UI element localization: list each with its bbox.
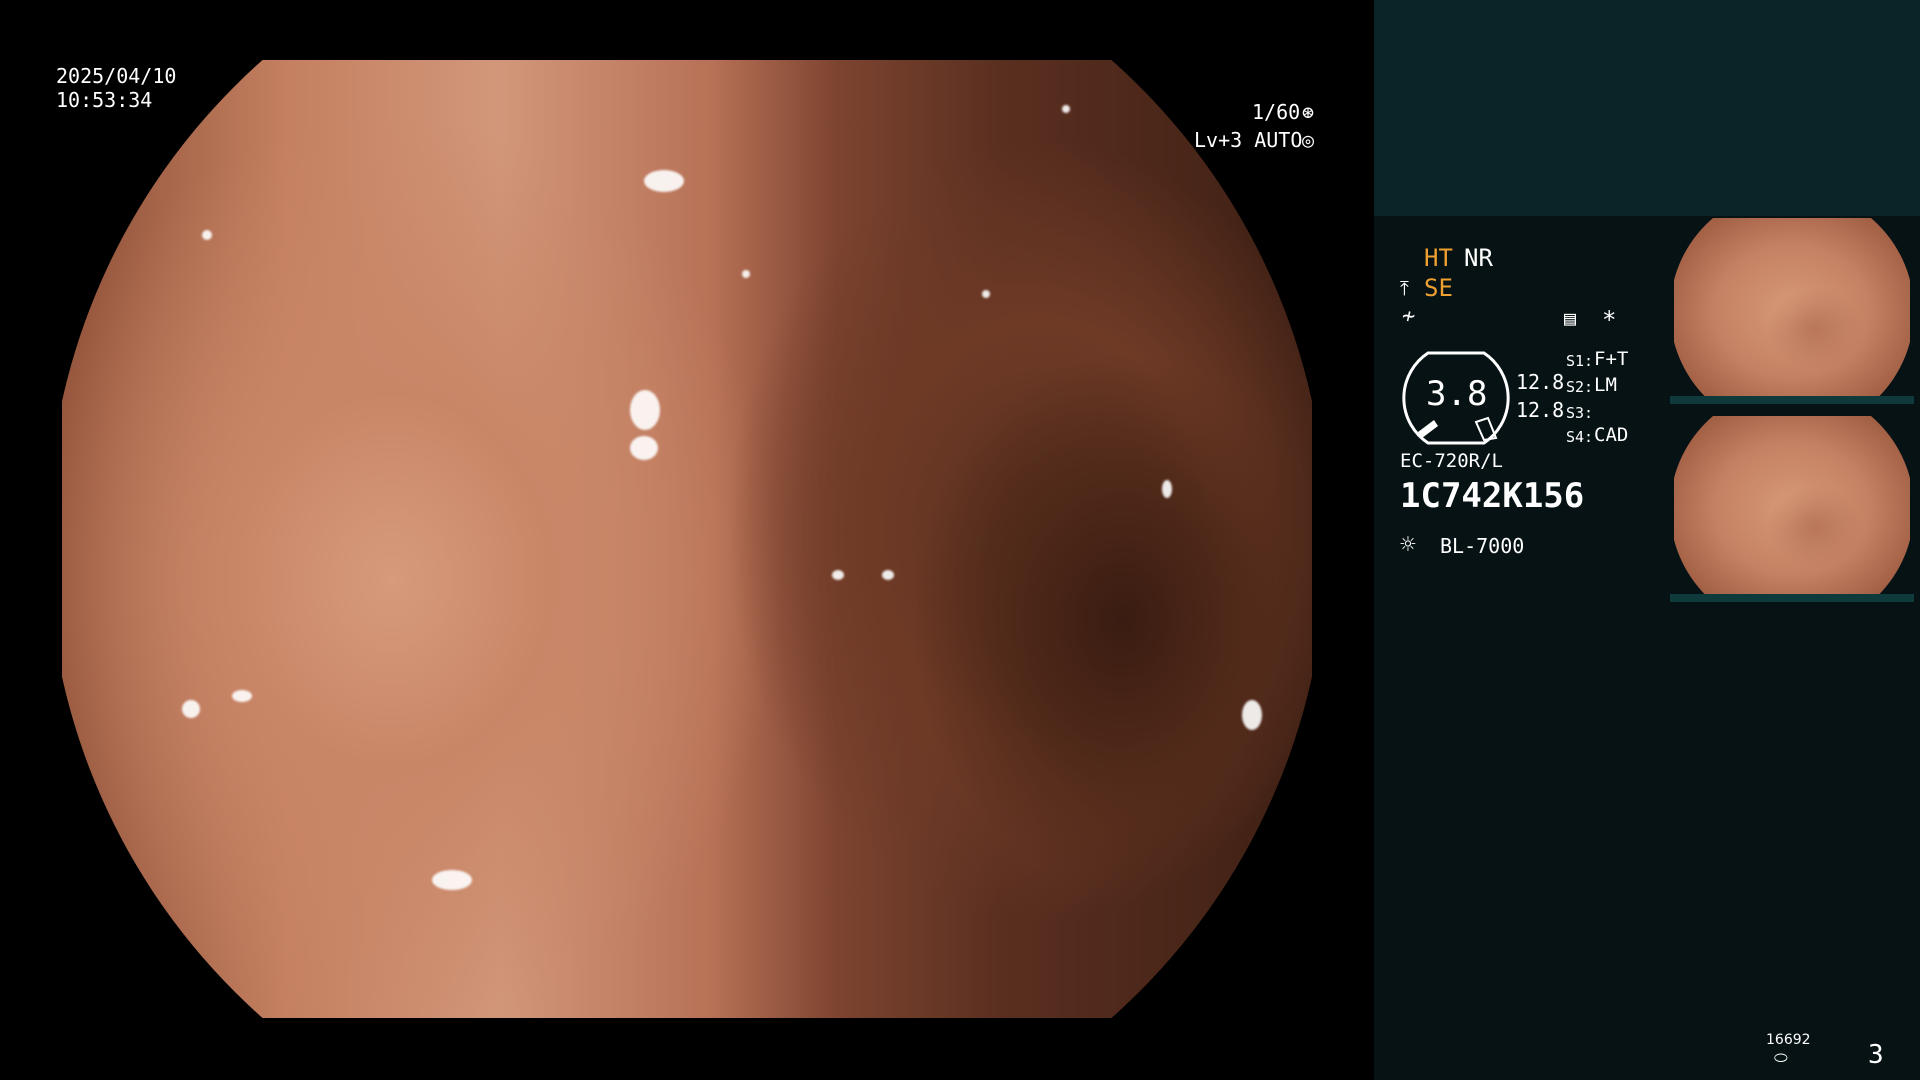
menu-icon: ▤ — [1564, 306, 1577, 330]
s4-key: S4: — [1566, 428, 1594, 446]
s1-value: F+T — [1594, 348, 1629, 370]
level-label: Lv+3 AUTO — [1194, 128, 1303, 152]
nr-label: NR — [1464, 244, 1493, 272]
time-label: 10:53:34 — [56, 88, 153, 112]
se-label: SE — [1424, 274, 1453, 302]
thumbnail-2-image — [1674, 416, 1910, 602]
asterisk-label: * — [1602, 306, 1617, 334]
light-source-label: BL-7000 — [1440, 534, 1525, 558]
panel-header — [1374, 0, 1920, 216]
thumbnail-2-bar — [1670, 594, 1914, 602]
s1-key: S1: — [1566, 352, 1594, 370]
auto-exposure-icon: ◎ — [1302, 128, 1315, 152]
ht-label: HT — [1424, 244, 1453, 272]
iris-icon: ⊛ — [1302, 100, 1315, 124]
thumbnail-1-bar — [1670, 396, 1914, 404]
storage-count: 16692 — [1766, 1032, 1811, 1048]
date-label: 2025/04/10 — [56, 64, 177, 88]
s4-value: CAD — [1594, 424, 1629, 446]
endoscope-view — [62, 60, 1312, 1018]
zoom-value: 3.8 — [1426, 374, 1488, 414]
structure-enhance-icon: ⤒ — [1400, 276, 1409, 300]
light-source-icon: ☼ — [1400, 530, 1416, 560]
scope-serial: 1C742K156 — [1400, 476, 1585, 516]
value-a: 12.8 — [1516, 370, 1565, 394]
thumbnail-2[interactable] — [1670, 416, 1914, 602]
s2-key: S2: — [1566, 378, 1594, 396]
storage-icon: ⬭ — [1774, 1048, 1788, 1067]
value-b: 12.8 — [1516, 398, 1565, 422]
thumbnail-1[interactable] — [1670, 218, 1914, 404]
page-number: 3 — [1868, 1040, 1884, 1070]
thumbnail-1-image — [1674, 218, 1910, 404]
shutter-label: 1/60 — [1252, 100, 1301, 124]
info-panel: HT NR ⤒ SE ≁ ▤ * 3.8 12.8 12.8 S1: F+T S… — [1374, 0, 1920, 1080]
scope-model: EC-720R/L — [1400, 450, 1503, 472]
s2-value: LM — [1594, 374, 1617, 396]
s3-key: S3: — [1566, 404, 1594, 422]
f-mode-icon: ≁ — [1402, 304, 1416, 329]
